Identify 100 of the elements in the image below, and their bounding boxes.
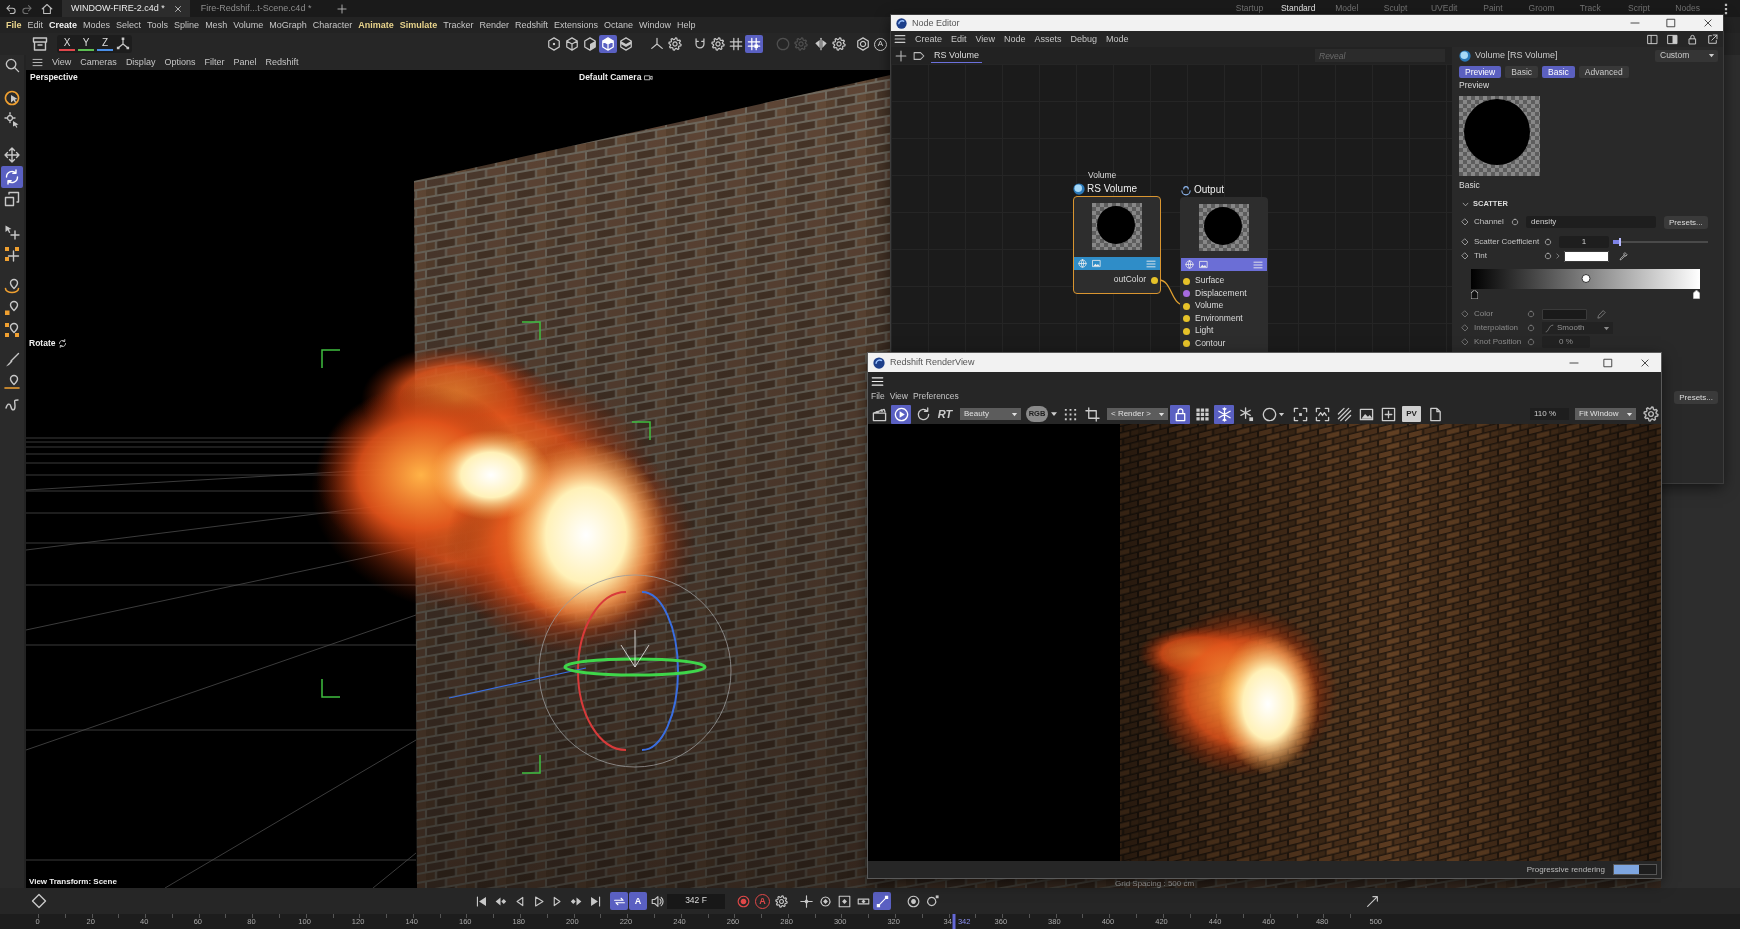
split-panel-icon[interactable] (1647, 33, 1658, 45)
toolbar-button[interactable] (727, 35, 745, 53)
timeline-button[interactable] (873, 892, 891, 910)
toolbar-button[interactable] (563, 35, 581, 53)
port-dot[interactable] (1183, 327, 1190, 335)
toolbar-button[interactable] (1170, 404, 1190, 424)
layout-tab[interactable]: Startup (1225, 3, 1274, 14)
home-icon[interactable] (41, 2, 53, 15)
menu-item[interactable]: Display (125, 57, 156, 68)
menu-item[interactable]: Animate (358, 19, 394, 31)
external-link-icon[interactable] (1707, 33, 1718, 45)
lock-icon[interactable] (1687, 33, 1698, 45)
timeline-button[interactable] (610, 892, 628, 910)
maximize-icon[interactable] (1603, 357, 1613, 368)
tool-button[interactable] (1, 144, 23, 166)
menu-item[interactable]: Edit (951, 33, 967, 45)
gradient-bar[interactable] (1471, 269, 1700, 289)
toolbar-button[interactable] (709, 35, 727, 53)
menu-item[interactable]: Filter (204, 57, 225, 68)
close-icon[interactable] (1703, 18, 1713, 28)
menu-item[interactable]: Panel (233, 57, 257, 68)
menu-item[interactable]: Redshift (265, 57, 299, 68)
layout-tab[interactable]: Paint (1468, 3, 1518, 14)
menu-item[interactable]: Cameras (80, 57, 117, 68)
menu-item[interactable]: Render (479, 19, 509, 31)
menu-item[interactable]: Volume (233, 19, 264, 31)
gear-icon[interactable] (1643, 406, 1659, 422)
maximize-icon[interactable] (1666, 18, 1676, 28)
menu-item[interactable]: View (52, 57, 72, 68)
menu-item[interactable]: View (975, 33, 995, 45)
menu-item[interactable]: File (871, 392, 885, 402)
slider-track[interactable] (1613, 238, 1708, 246)
menu-item[interactable]: Select (116, 19, 142, 31)
panel-icon[interactable] (1667, 33, 1678, 45)
pencil-icon[interactable] (1597, 309, 1606, 319)
layout-tab[interactable]: Script (1614, 3, 1664, 14)
menu-item[interactable]: Character (312, 19, 353, 31)
file-tab[interactable]: Fire-Redshif...t-Scene.c4d * (191, 0, 320, 17)
aov-dropdown[interactable]: Beauty (960, 408, 1021, 420)
camera-label[interactable]: Default Camera (579, 73, 642, 83)
port-dot[interactable] (1183, 315, 1190, 323)
graph-tab[interactable]: RS Volume (931, 47, 983, 64)
zoom-field[interactable]: 110 % (1530, 408, 1569, 420)
attribute-tab[interactable]: Preview (1459, 65, 1502, 78)
menu-item[interactable]: Edit (27, 19, 44, 31)
toolbar-button[interactable] (545, 35, 563, 53)
camera-dropdown[interactable]: < Render > (1107, 408, 1168, 420)
frame-field[interactable]: 342 F (667, 893, 725, 909)
number-field[interactable]: 1 (1559, 236, 1609, 248)
timeline-button[interactable] (797, 892, 815, 910)
menu-item[interactable]: Preferences (913, 392, 959, 402)
layout-tab[interactable]: Groom (1517, 3, 1566, 14)
menu-item[interactable]: File (6, 19, 22, 31)
menu-item[interactable]: Simulate (399, 19, 438, 31)
tag-icon[interactable] (913, 49, 925, 62)
fit-dropdown[interactable]: Fit Window (1575, 408, 1636, 420)
axis-toggle[interactable]: Y (78, 37, 94, 51)
toolbar-button[interactable] (891, 404, 911, 424)
axis-gizmo-icon[interactable] (116, 37, 130, 51)
menu-item[interactable]: Tracker (443, 19, 474, 31)
timeline-button[interactable]: A (629, 892, 647, 910)
presets-button[interactable]: Presets... (1664, 215, 1708, 229)
toolbar-button[interactable] (617, 35, 635, 53)
port-dot[interactable] (1183, 277, 1190, 285)
pv-button[interactable]: PV (1402, 406, 1421, 422)
slider-fill[interactable] (1613, 238, 1621, 246)
axis-toggle[interactable]: X (59, 37, 75, 51)
undo-icon[interactable] (5, 2, 17, 15)
plus-icon[interactable] (895, 49, 907, 62)
toolbar-button[interactable] (830, 35, 848, 53)
close-icon[interactable] (1640, 357, 1650, 368)
layout-tab[interactable]: Model (1322, 3, 1372, 14)
node-card[interactable]: outColor (1073, 196, 1161, 294)
menu-item[interactable]: Redshift (514, 19, 548, 31)
text-field[interactable]: density (1526, 216, 1656, 228)
menu-item[interactable]: Node (1003, 33, 1026, 45)
color-swatch[interactable] (1564, 250, 1609, 262)
menu-item[interactable]: Help (677, 19, 696, 31)
rotate-gizmo-drawing[interactable] (448, 574, 732, 768)
close-icon[interactable] (173, 4, 182, 13)
menu-icon[interactable] (871, 374, 884, 388)
search-icon[interactable] (4, 58, 20, 73)
menu-item[interactable]: Extensions (554, 19, 598, 31)
layout-tab[interactable]: Sculpt (1371, 3, 1420, 14)
timeline-button[interactable] (772, 892, 790, 910)
eyedropper-icon[interactable] (1619, 251, 1628, 261)
toolbar-button[interactable] (599, 35, 617, 53)
rt-toggle[interactable]: RT (935, 407, 955, 421)
diamond-icon[interactable] (1461, 218, 1469, 226)
tray-icon[interactable] (32, 36, 48, 52)
midpoint-handle[interactable] (1581, 274, 1590, 283)
toolbar-button[interactable] (666, 35, 684, 53)
plus-icon[interactable] (337, 3, 348, 14)
layout-tab[interactable]: Track (1565, 3, 1615, 14)
menu-item[interactable]: Spline (174, 19, 200, 31)
menu-item[interactable]: Options (164, 57, 196, 68)
menu-item[interactable]: Debug (1070, 33, 1097, 45)
file-tab[interactable]: WINDOW-FIRE-2.c4d * (62, 0, 190, 17)
attribute-tab[interactable]: Basic (1505, 65, 1539, 78)
chevron-right-icon[interactable] (1555, 253, 1561, 259)
